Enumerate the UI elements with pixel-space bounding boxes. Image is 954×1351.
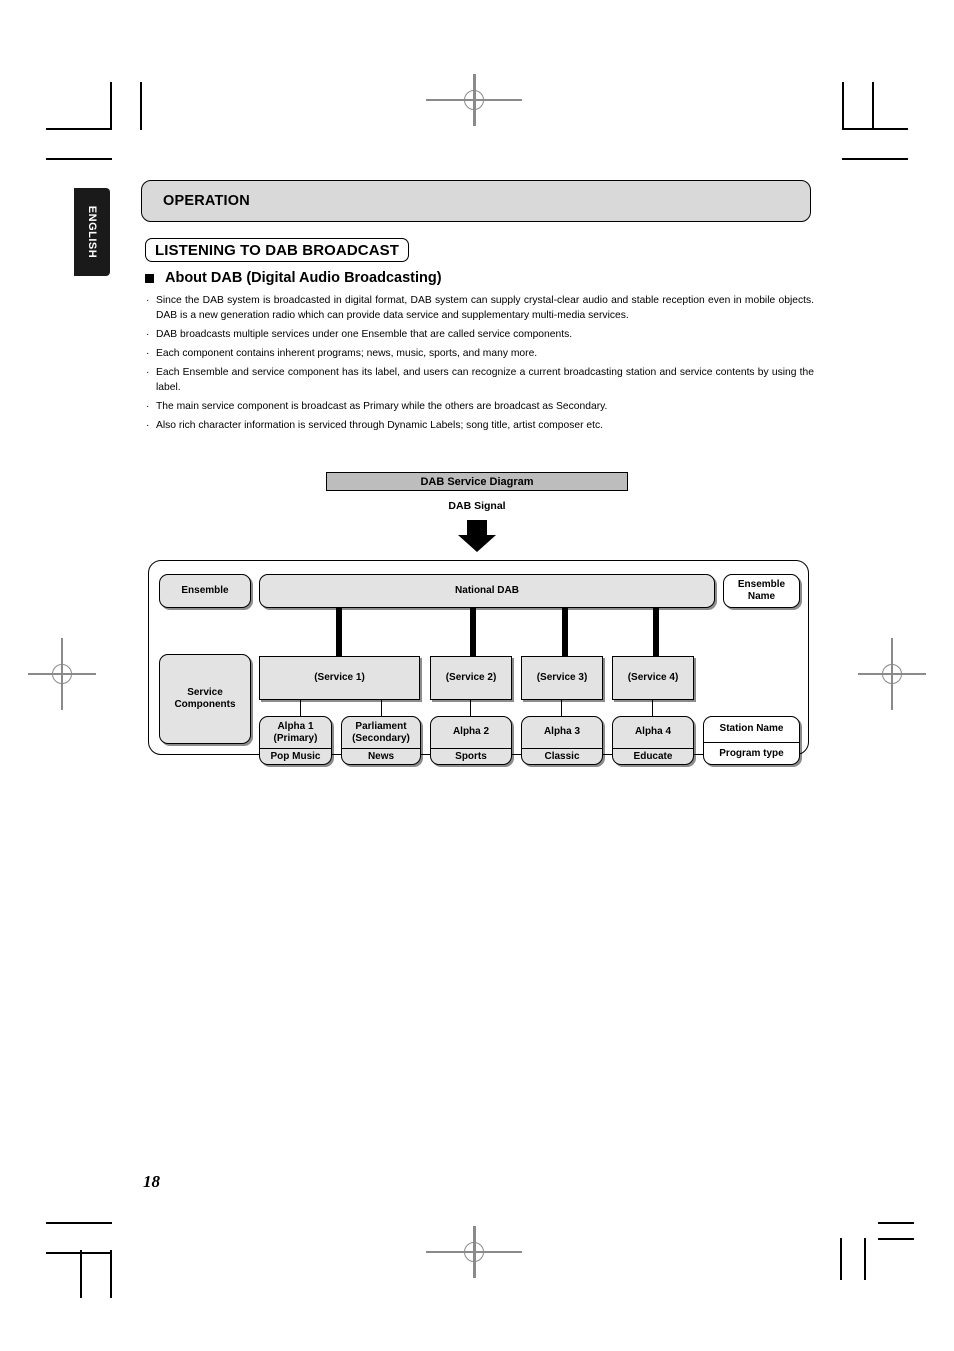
down-arrow-icon [458, 520, 496, 552]
service-box-2: (Service 2) [430, 656, 512, 700]
component-box-2: Parliament (Secondary) News [341, 716, 421, 765]
diagram-row-label-ensemble: Ensemble [159, 574, 251, 608]
crop-mark-br-v3 [864, 1238, 866, 1280]
list-item: · Each component contains inherent progr… [146, 347, 814, 362]
bullet-dot-icon: · [146, 328, 150, 340]
legend-ensemble-name-line2: Name [747, 591, 776, 602]
service-box-1: (Service 1) [259, 656, 420, 700]
connector-service-3 [562, 608, 568, 656]
diagram-caption-label: DAB Service Diagram [420, 475, 534, 488]
connector-component-5 [652, 700, 654, 717]
crop-mark-tl-v2 [140, 82, 142, 130]
component-name-3-line1: Alpha 2 [452, 726, 490, 738]
registration-mark-right [858, 638, 926, 710]
component-name-1-line2: (Primary) [273, 732, 318, 744]
component-name-1-line1: Alpha 1 [277, 720, 314, 732]
connector-component-3 [470, 700, 472, 717]
registration-mark-top [426, 74, 522, 126]
crop-mark-tr-v1 [842, 82, 844, 130]
list-item-text: The main service component is broadcast … [156, 400, 608, 412]
crop-mark-tr-h1 [842, 128, 908, 130]
section-title-pill: LISTENING TO DAB BROADCAST [145, 238, 409, 262]
operation-header-bar: OPERATION [141, 180, 811, 222]
crop-mark-tl-v1 [110, 82, 112, 130]
crop-mark-tl-h2 [46, 158, 112, 160]
subsection-heading: About DAB (Digital Audio Broadcasting) [145, 270, 442, 286]
about-dab-bullet-list: · Since the DAB system is broadcasted in… [146, 294, 814, 438]
connector-component-2 [381, 700, 383, 717]
dab-signal-label: DAB Signal [448, 500, 506, 512]
component-genre-5: Educate [633, 750, 673, 762]
crop-mark-br-h1 [878, 1222, 914, 1224]
legend-ensemble-name: Ensemble Name [723, 574, 800, 608]
operation-header-label: OPERATION [163, 193, 250, 209]
list-item: · Each Ensemble and service component ha… [146, 366, 814, 395]
component-name-2-line1: Parliament [355, 720, 407, 732]
service-components-line2: Components [174, 699, 236, 710]
ensemble-node-national-dab: National DAB [259, 574, 715, 608]
bullet-dot-icon: · [146, 367, 150, 379]
registration-mark-bottom [426, 1226, 522, 1278]
list-item: · Also rich character information is ser… [146, 419, 814, 434]
bullet-dot-icon: · [146, 347, 150, 359]
square-bullet-icon [145, 273, 154, 283]
legend-ensemble-name-line1: Ensemble [737, 578, 786, 590]
component-box-4: Alpha 3 Classic [521, 716, 603, 765]
bullet-dot-icon: · [146, 400, 150, 412]
diagram-caption-bar: DAB Service Diagram [326, 472, 628, 491]
component-box-1: Alpha 1 (Primary) Pop Music [259, 716, 332, 765]
legend-station-name-program-type: Station Name Program type [703, 716, 800, 765]
list-item: · The main service component is broadcas… [146, 400, 814, 415]
dab-service-diagram: Ensemble National DAB Ensemble Name Serv… [148, 560, 809, 765]
crop-mark-tr-h2 [842, 158, 908, 160]
service-components-line1: Service [187, 686, 223, 698]
language-tab-label: ENGLISH [86, 205, 98, 259]
component-box-5: Alpha 4 Educate [612, 716, 694, 765]
connector-component-1 [300, 700, 302, 717]
page-number: 18 [143, 1172, 160, 1191]
connector-component-4 [561, 700, 563, 717]
legend-program-type: Program type [719, 747, 784, 759]
language-tab-english: ENGLISH [74, 188, 110, 276]
connector-service-2 [470, 608, 476, 656]
crop-mark-tl-h1 [46, 128, 112, 130]
bullet-dot-icon: · [146, 295, 150, 306]
component-name-2-line2: (Secondary) [352, 732, 410, 744]
crop-mark-br-v2 [840, 1238, 842, 1280]
list-item-text: Also rich character information is servi… [156, 420, 603, 432]
component-genre-1: Pop Music [270, 750, 321, 762]
component-name-4-line1: Alpha 3 [543, 726, 581, 738]
component-box-3: Alpha 2 Sports [430, 716, 512, 765]
crop-mark-bl-v1 [110, 1250, 112, 1298]
crop-mark-tr-v2 [872, 82, 874, 130]
list-item: · Since the DAB system is broadcasted in… [146, 294, 814, 323]
diagram-row-label-service-components: Service Components [159, 654, 251, 744]
crop-mark-bl-v2 [80, 1250, 82, 1298]
list-item-text: DAB broadcasts multiple services under o… [156, 328, 573, 340]
section-title-label: LISTENING TO DAB BROADCAST [155, 241, 399, 259]
crop-mark-bl-h1 [46, 1222, 112, 1224]
component-name-5-line1: Alpha 4 [634, 726, 672, 738]
component-genre-4: Classic [544, 750, 580, 762]
list-item: · DAB broadcasts multiple services under… [146, 328, 814, 343]
crop-mark-br-h2 [878, 1238, 914, 1240]
service-box-3: (Service 3) [521, 656, 603, 700]
component-genre-2: News [367, 750, 395, 762]
subsection-heading-label: About DAB (Digital Audio Broadcasting) [165, 270, 442, 286]
component-genre-3: Sports [455, 750, 487, 762]
list-item-text: Each Ensemble and service component has … [156, 367, 814, 393]
list-item-text: Each component contains inherent program… [156, 347, 538, 359]
service-box-4: (Service 4) [612, 656, 694, 700]
connector-service-1 [336, 608, 342, 656]
registration-mark-left [28, 638, 96, 710]
connector-service-4 [653, 608, 659, 656]
bullet-dot-icon: · [146, 420, 150, 432]
list-item-text: Since the DAB system is broadcasted in d… [156, 295, 814, 321]
legend-station-name: Station Name [719, 723, 784, 735]
crop-mark-bl-h2 [46, 1252, 112, 1254]
